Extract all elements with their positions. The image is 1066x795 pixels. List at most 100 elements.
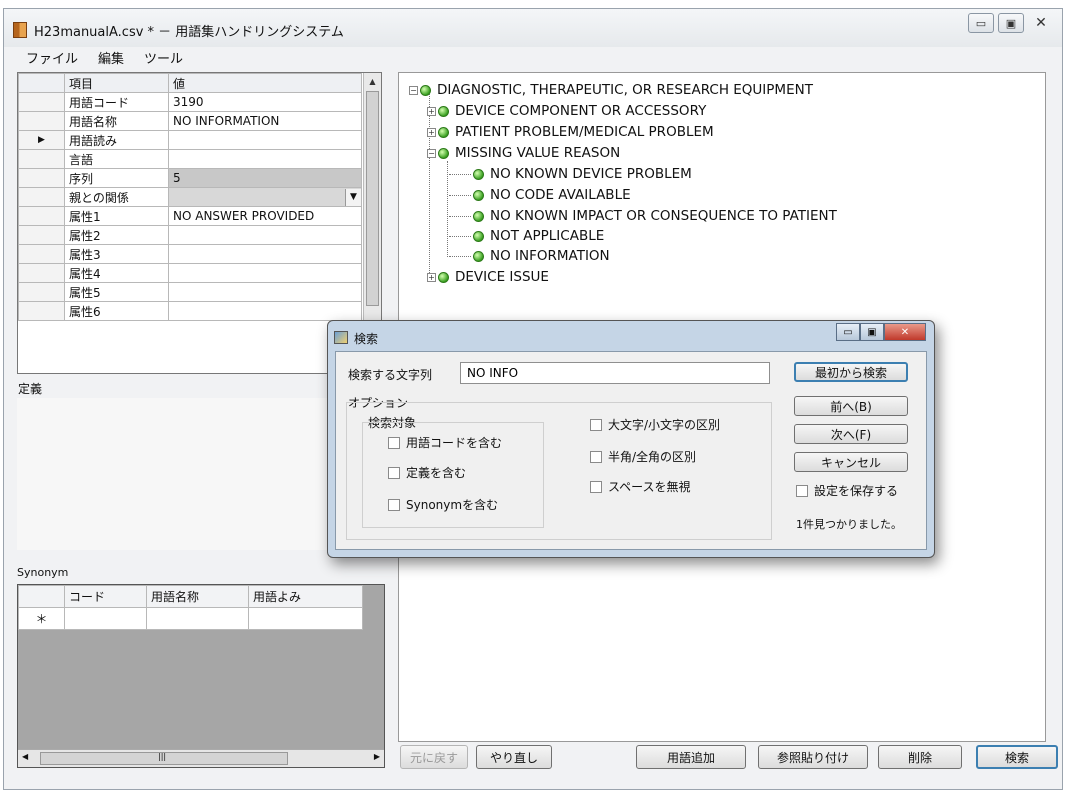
tree-node[interactable]: NO KNOWN DEVICE PROBLEM [473,164,692,184]
table-row[interactable]: 属性3 [18,244,362,264]
menu-file[interactable]: ファイル [24,47,80,67]
table-row[interactable]: 属性5 [18,282,362,302]
minimize-button[interactable]: ▭ [968,13,994,33]
dialog-minimize-button[interactable]: ▭ [836,323,860,341]
expand-icon[interactable]: + [427,272,436,282]
row-value[interactable]: 3190 [168,92,362,112]
expand-icon[interactable]: + [427,127,436,137]
row-value[interactable]: NO ANSWER PROVIDED [168,206,362,226]
query-label: 検索する文字列 [348,368,433,382]
row-value[interactable] [168,282,362,302]
tree-connector [449,236,471,237]
tree-node[interactable]: NO CODE AVAILABLE [473,185,631,205]
tree-node[interactable]: + DEVICE COMPONENT OR ACCESSORY [427,101,706,121]
search-dialog-icon [334,331,348,344]
tree-node-label[interactable]: NOT APPLICABLE [490,228,604,244]
table-row[interactable]: 用語コード 3190 [18,92,362,112]
previous-button[interactable]: 前へ(B) [794,396,908,416]
table-row[interactable]: 属性6 [18,301,362,321]
row-key: 属性3 [64,244,169,264]
close-button[interactable]: ✕ [1028,13,1054,33]
include-definition-checkbox[interactable]: 定義を含む [388,464,466,481]
scroll-right-icon[interactable]: ▶ [374,752,380,761]
checkbox-icon[interactable] [590,450,602,463]
tree-node[interactable]: + DEVICE ISSUE [427,267,549,287]
table-row[interactable]: 属性1 NO ANSWER PROVIDED [18,206,362,226]
table-row[interactable]: 属性4 [18,263,362,283]
row-value[interactable]: NO INFORMATION [168,111,362,131]
selected-row-marker[interactable]: ▶ [18,130,65,150]
table-row[interactable]: 言語 [18,149,362,169]
search-input[interactable] [460,362,770,384]
synonym-scrollbar[interactable]: ◀ ||| ▶ [18,749,384,767]
checkbox-icon[interactable] [590,480,602,493]
tree-node-label[interactable]: PATIENT PROBLEM/MEDICAL PROBLEM [455,124,714,140]
scrollbar-grip-icon: ||| [158,752,167,761]
scroll-up-icon[interactable]: ▲ [364,73,381,89]
dialog-close-button[interactable]: ✕ [884,323,926,341]
row-value[interactable] [168,130,362,150]
row-value[interactable] [168,263,362,283]
save-settings-checkbox[interactable]: 設定を保存する [796,482,898,499]
undo-button[interactable]: 元に戻す [400,745,468,769]
tree-node[interactable]: NOT APPLICABLE [473,226,604,246]
tree-node-label[interactable]: NO KNOWN IMPACT OR CONSEQUENCE TO PATIEN… [490,208,837,224]
table-row[interactable]: 属性2 [18,225,362,245]
table-row[interactable]: ▶ 用語読み [18,130,362,150]
dialog-maximize-button[interactable]: ▣ [860,323,884,341]
width-sensitive-checkbox[interactable]: 半角/全角の区別 [590,448,696,465]
chevron-down-icon[interactable]: ▼ [345,188,361,206]
row-value[interactable]: 5 [168,168,362,188]
table-row[interactable]: 親との関係 ▼ [18,187,362,207]
search-button[interactable]: 検索 [976,745,1058,769]
scrollbar-thumb[interactable] [366,91,379,306]
search-from-start-button[interactable]: 最初から検索 [794,362,908,382]
cancel-button[interactable]: キャンセル [794,452,908,472]
checkbox-icon[interactable] [796,484,808,497]
paste-reference-button[interactable]: 参照貼り付け [758,745,868,769]
menu-edit[interactable]: 編集 [96,47,126,67]
table-row[interactable]: 序列 5 [18,168,362,188]
tree-node-label[interactable]: NO KNOWN DEVICE PROBLEM [490,166,692,182]
tree-node[interactable]: − DIAGNOSTIC, THERAPEUTIC, OR RESEARCH E… [409,80,813,100]
tree-node-label[interactable]: NO CODE AVAILABLE [490,187,631,203]
tree-node[interactable]: + PATIENT PROBLEM/MEDICAL PROBLEM [427,122,714,142]
menu-tools[interactable]: ツール [142,47,185,67]
case-sensitive-checkbox[interactable]: 大文字/小文字の区別 [590,416,720,433]
tree-node-label[interactable]: DIAGNOSTIC, THERAPEUTIC, OR RESEARCH EQU… [437,82,813,98]
tree-node-label[interactable]: NO INFORMATION [490,248,610,264]
row-value[interactable] [168,244,362,264]
scroll-left-icon[interactable]: ◀ [22,752,28,761]
expand-icon[interactable]: + [427,106,436,116]
add-term-button[interactable]: 用語追加 [636,745,746,769]
table-row[interactable]: 用語名称 NO INFORMATION [18,111,362,131]
checkbox-icon[interactable] [388,498,400,511]
include-code-checkbox[interactable]: 用語コードを含む [388,434,502,451]
row-value[interactable] [168,301,362,321]
table-row[interactable]: ＊ [18,607,363,630]
tree-node[interactable]: − MISSING VALUE REASON [427,143,620,163]
tree-node[interactable]: NO INFORMATION [473,246,610,266]
row-key: 属性5 [64,282,169,302]
row-value[interactable] [168,149,362,169]
ignore-space-checkbox[interactable]: スペースを無視 [590,478,691,495]
next-button[interactable]: 次へ(F) [794,424,908,444]
row-value[interactable] [168,225,362,245]
tree-node-label[interactable]: DEVICE COMPONENT OR ACCESSORY [455,103,706,119]
tree-node-label[interactable]: DEVICE ISSUE [455,269,549,285]
tree-node[interactable]: NO KNOWN IMPACT OR CONSEQUENCE TO PATIEN… [473,206,837,226]
include-synonym-checkbox[interactable]: Synonymを含む [388,496,498,513]
collapse-icon[interactable]: − [427,148,436,158]
checkbox-icon[interactable] [388,436,400,449]
tree-node-label[interactable]: MISSING VALUE REASON [455,145,620,161]
delete-button[interactable]: 削除 [878,745,962,769]
relation-combobox[interactable]: ▼ [168,187,362,207]
synonym-header-reading: 用語よみ [248,585,363,608]
checkbox-icon[interactable] [388,466,400,479]
checkbox-icon[interactable] [590,418,602,431]
title-bar[interactable]: H23manualA.csv * － 用語集ハンドリングシステム ▭ ▣ ✕ [4,9,1062,47]
redo-button[interactable]: やり直し [476,745,552,769]
new-row-marker: ＊ [18,607,65,630]
maximize-button[interactable]: ▣ [998,13,1024,33]
collapse-icon[interactable]: − [409,85,418,95]
